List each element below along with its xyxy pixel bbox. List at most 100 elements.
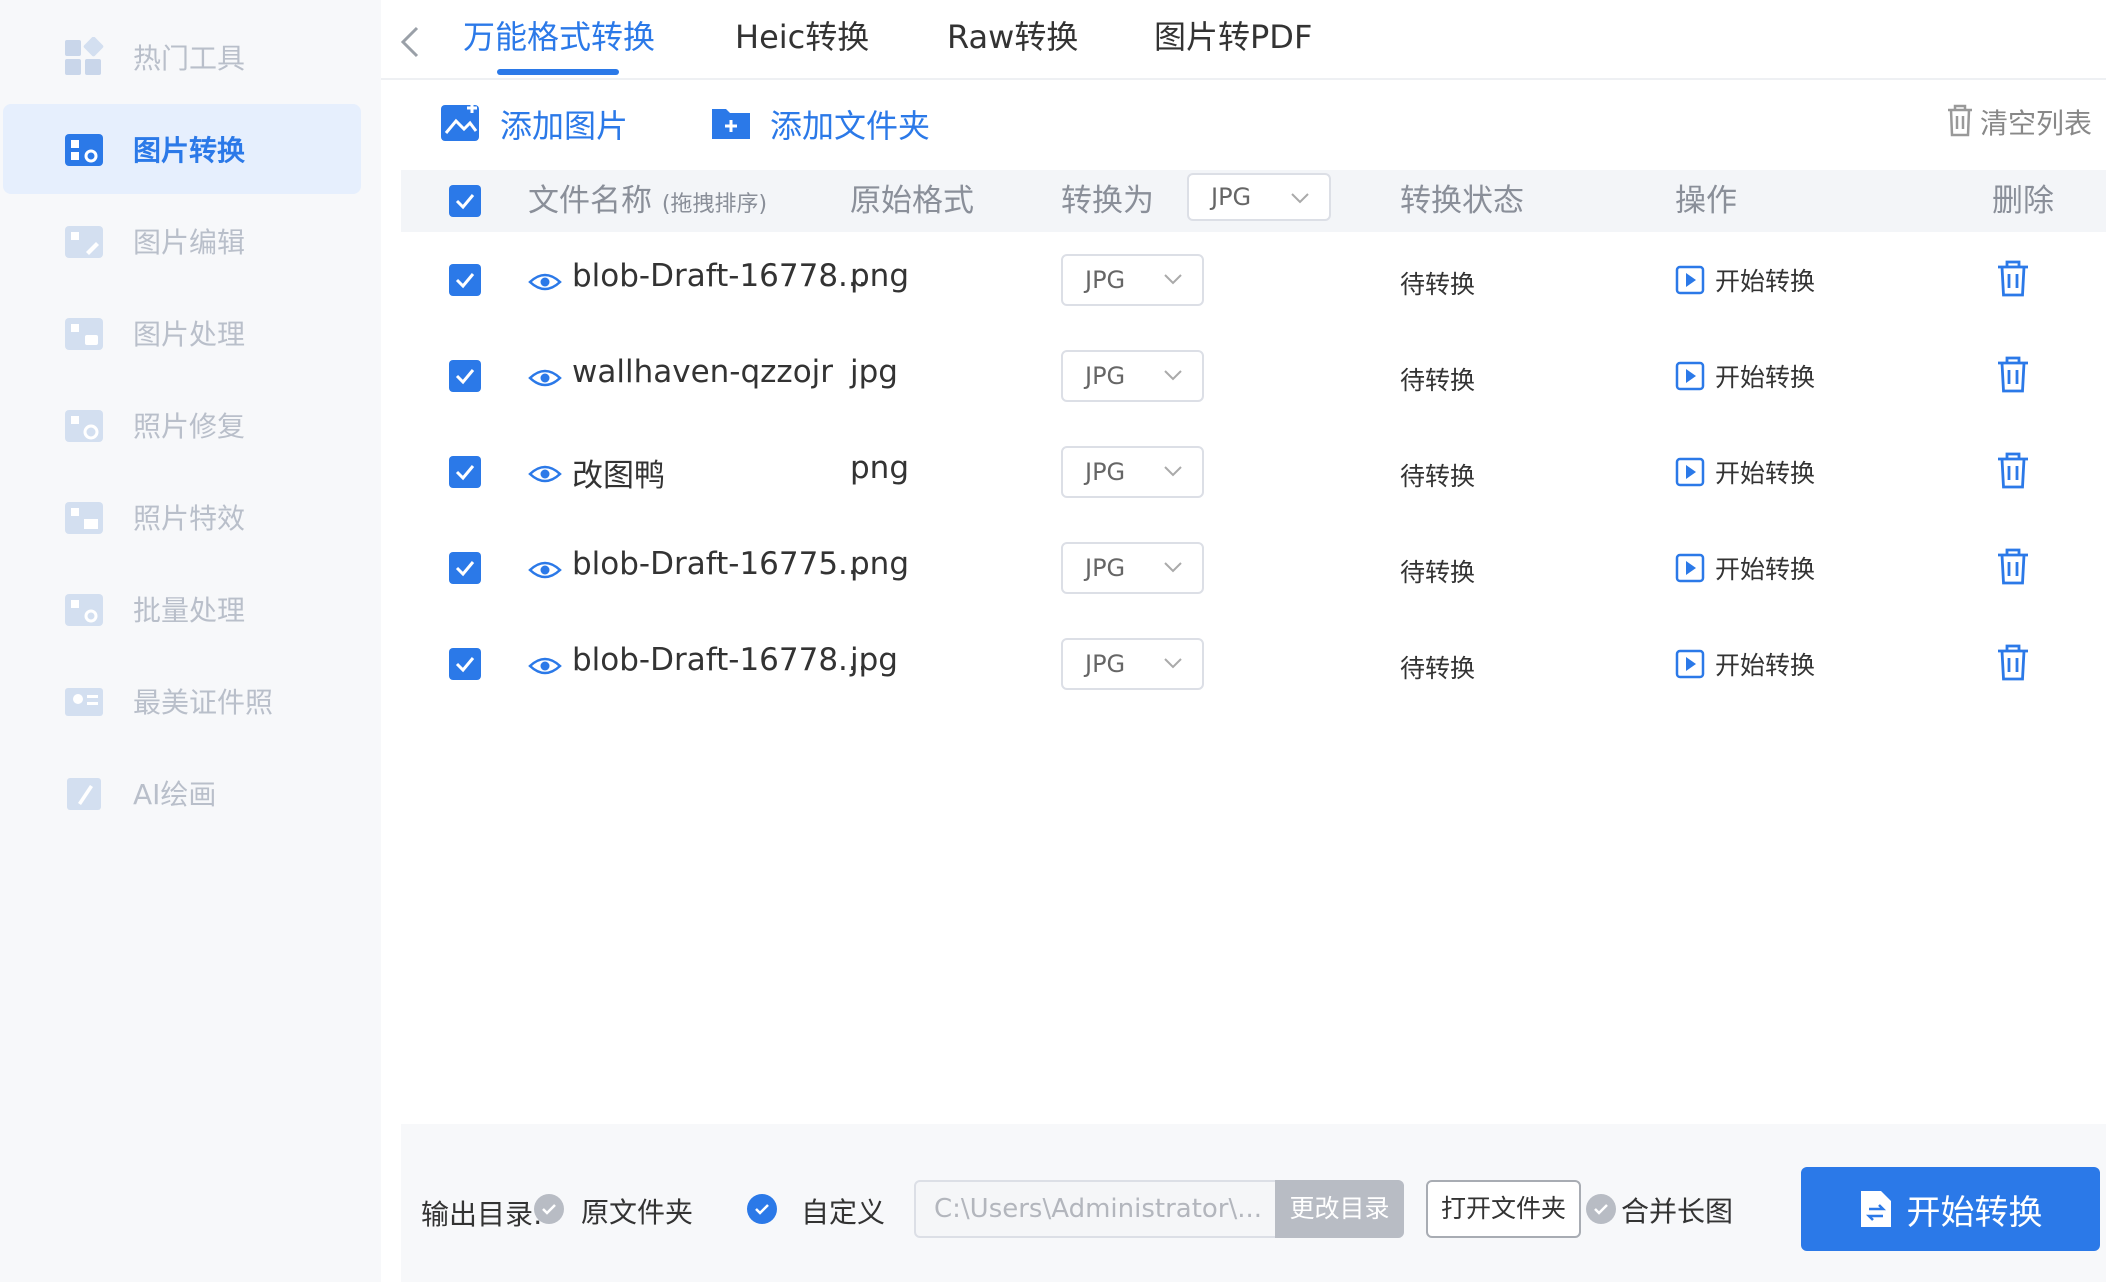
row-status: 待转换 [1400,366,1476,395]
row-target-select[interactable]: JPG [1061,446,1204,498]
row-checkbox[interactable] [449,648,481,680]
radio-original-folder[interactable] [534,1194,564,1224]
check-icon [542,1204,556,1215]
eye-icon[interactable] [528,270,562,298]
eye-icon[interactable] [528,654,562,682]
chevron-down-icon [1291,193,1309,204]
header-filename: 文件名称 (拖拽排序) [528,170,767,232]
row-target-select[interactable]: JPG [1061,350,1204,402]
sidebar-item-label: 图片转换 [133,134,246,167]
radio-custom[interactable] [747,1194,777,1224]
tab-universal-convert[interactable]: 万能格式转换 [463,14,655,60]
sidebar-item-label: 照片修复 [133,410,246,443]
start-convert-label: 开始转换 [1906,1192,2043,1233]
row-target-select[interactable]: JPG [1061,638,1204,690]
clear-list-button[interactable]: 清空列表 [1944,102,2092,142]
add-folder-label: 添加文件夹 [770,107,931,145]
row-start-convert-label: 开始转换 [1715,651,1816,680]
sidebar-item-batch[interactable]: 批量处理 [3,564,361,654]
start-convert-button[interactable]: 开始转换 [1801,1167,2100,1251]
trash-icon[interactable] [1995,450,2031,494]
file-convert-icon [1860,1191,1891,1227]
row-start-convert-button[interactable]: 开始转换 [1675,358,1815,394]
tab-image-to-pdf[interactable]: 图片转PDF [1154,14,1312,60]
add-image-label: 添加图片 [500,107,629,145]
change-dir-button[interactable]: 更改目录 [1275,1180,1404,1238]
original-folder-label: 原文件夹 [581,1196,694,1229]
header-convert-to: 转换为 [1061,183,1154,219]
trash-icon[interactable] [1995,258,2031,302]
row-target-select[interactable]: JPG [1061,542,1204,594]
row-status: 待转换 [1400,654,1476,683]
open-folder-button[interactable]: 打开文件夹 [1426,1180,1581,1238]
sidebar-item-label: 照片特效 [133,502,246,535]
merge-long-image-checkbox[interactable] [1586,1194,1616,1224]
sidebar-item-image-convert[interactable]: 图片转换 [3,104,361,194]
add-image-icon [440,101,482,147]
row-checkbox[interactable] [449,360,481,392]
chevron-down-icon [1164,274,1182,285]
sidebar-item-label: 最美证件照 [133,686,274,719]
convert-to-all-select[interactable]: JPG [1187,173,1331,221]
back-button[interactable] [393,22,429,62]
row-target-value: JPG [1085,650,1126,678]
sidebar-item-image-process[interactable]: 图片处理 [3,288,361,378]
header-operation: 操作 [1675,183,1737,219]
row-checkbox[interactable] [449,264,481,296]
sidebar-item-ai-paint[interactable]: AI绘画 [3,748,361,838]
trash-icon[interactable] [1995,546,2031,590]
convert-to-all-value: JPG [1211,183,1252,211]
header-status: 转换状态 [1400,183,1524,219]
row-start-convert-button[interactable]: 开始转换 [1675,646,1815,682]
trash-icon[interactable] [1995,642,2031,686]
header-original-format: 原始格式 [850,183,974,219]
sidebar-item-hot-tools[interactable]: 热门工具 [3,12,361,102]
tab-bar: 万能格式转换 Heic转换 Raw转换 图片转PDF [381,0,2106,80]
row-checkbox[interactable] [449,456,481,488]
select-all-checkbox[interactable] [449,185,481,217]
play-icon [1675,361,1705,391]
file-format: jpg [850,354,898,390]
row-start-convert-label: 开始转换 [1715,459,1816,488]
header-filename-hint: (拖拽排序) [661,192,768,217]
tab-raw-convert[interactable]: Raw转换 [947,14,1078,60]
play-icon [1675,553,1705,583]
output-dir-label: 输出目录: [421,1198,543,1231]
eye-icon[interactable] [528,558,562,586]
table-header: 文件名称 (拖拽排序) 原始格式 转换为 JPG 转换状态 操作 删除 [401,170,2106,232]
row-start-convert-button[interactable]: 开始转换 [1675,454,1815,490]
row-target-value: JPG [1085,266,1126,294]
chevron-down-icon [1164,466,1182,477]
file-name: 改图鸭 [572,458,665,494]
add-folder-icon [710,101,752,147]
row-target-select[interactable]: JPG [1061,254,1204,306]
check-icon [455,273,475,289]
sidebar-item-id-photo[interactable]: 最美证件照 [3,656,361,746]
file-format: jpg [850,642,898,678]
sidebar-item-photo-repair[interactable]: 照片修复 [3,380,361,470]
sidebar: 热门工具 图片转换 图片编辑 图片处理 照片修复 照片特效 批量处理 最美证件照… [0,0,381,1282]
add-image-button[interactable]: 添加图片 [440,98,628,150]
eye-icon[interactable] [528,462,562,490]
eye-icon[interactable] [528,366,562,394]
play-icon [1675,265,1705,295]
main-panel: 万能格式转换 Heic转换 Raw转换 图片转PDF 添加图片 添加文件夹 清空… [381,0,2106,1282]
tab-heic-convert[interactable]: Heic转换 [735,14,869,60]
row-start-convert-button[interactable]: 开始转换 [1675,262,1815,298]
add-folder-button[interactable]: 添加文件夹 [710,98,930,150]
sidebar-item-photo-effect[interactable]: 照片特效 [3,472,361,562]
check-icon [455,194,475,210]
sidebar-item-label: 图片处理 [133,318,246,351]
trash-icon[interactable] [1995,354,2031,398]
check-icon [455,465,475,481]
row-start-convert-button[interactable]: 开始转换 [1675,550,1815,586]
row-status: 待转换 [1400,462,1476,491]
play-icon [1675,649,1705,679]
row-start-convert-label: 开始转换 [1715,555,1816,584]
sidebar-item-image-edit[interactable]: 图片编辑 [3,196,361,286]
row-checkbox[interactable] [449,552,481,584]
table-row: wallhaven-qzzojr jpg JPG 待转换 开始转换 [401,328,2106,424]
sidebar-item-label: 图片编辑 [133,226,246,259]
check-icon [455,657,475,673]
image-process-icon [63,312,105,354]
